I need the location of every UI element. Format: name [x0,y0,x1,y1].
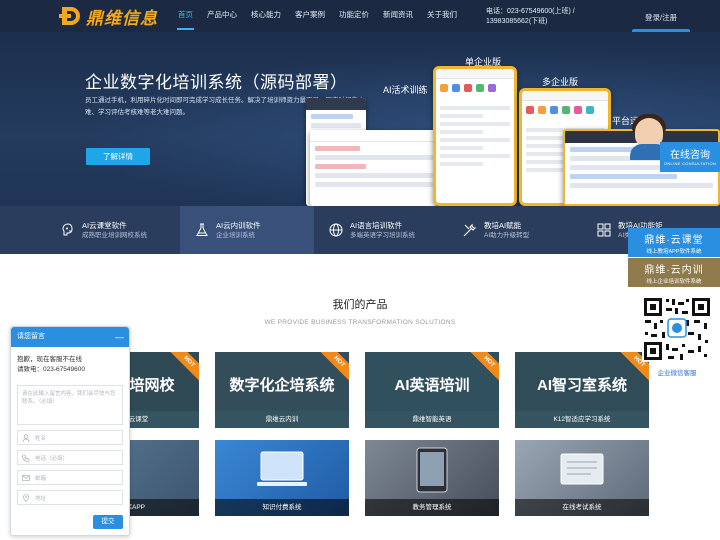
products-title: 我们的产品 [332,299,388,311]
name-field[interactable]: 姓名 [17,430,123,445]
field-placeholder: 地址 [35,495,47,502]
chat-message-line-1: 抱歉，现在客服不在线 [17,356,82,363]
nav-item-pricing[interactable]: 功能定价 [332,0,376,32]
tools-icon [463,223,477,237]
learn-more-button[interactable]: 了解详情 [86,148,150,165]
location-icon [23,493,29,502]
product-card-enterprise-training[interactable]: 数字化企培系统 鼎维云内训 HOT [215,352,349,428]
field-placeholder: 姓名 [35,435,47,442]
chat-message-line-2: 请致电：023-67549600 [17,366,85,373]
single-company-phone [433,66,517,206]
grid-icon [597,223,611,237]
product-card-knowledge-pay[interactable]: 知识付费系统 [215,440,349,516]
logo[interactable]: 鼎维信息 [59,6,158,29]
chat-offline-message: 抱歉，现在客服不在线 请致电：023-67549600 [11,347,129,375]
phone-field[interactable]: 电话（必填） [17,450,123,465]
nav-item-home[interactable]: 首页 [171,0,200,32]
login-register-link[interactable]: 登录/注册 [645,12,677,23]
field-placeholder: 电话（必填） [35,455,69,462]
nav-item-cases[interactable]: 客户案例 [288,0,332,32]
nav-item-about[interactable]: 关于我们 [420,0,464,32]
feature-bar: AI云课堂软件 成熟职业培训网校系统 AI云内训软件 企业培训系统 AI语言培训… [0,206,720,254]
product-card-online-exam[interactable]: 在线考试系统 [515,440,649,516]
feature-ai-empower[interactable]: 教培AI赋能 AI助力升级转型 [448,206,582,254]
user-icon [22,433,30,442]
products-subtitle: WE PROVIDE BUSINESS TRANSFORMATION SOLUT… [264,319,456,326]
product-banner-text: 数字化企培系统 [229,377,335,394]
label-single-company: 单企业版 [465,57,502,67]
online-consultation-title: 在线咨询 [670,150,710,161]
product-caption: 知识付费系统 [215,499,349,516]
message-textarea[interactable]: 请在此输入留言内容，我们会尽快与您联系。（必填） [17,385,123,425]
feature-title: AI云内训软件 [216,220,261,230]
phone-line-1: 电话：023-67549600(上班) / [486,8,575,15]
banner-title: 企业数字化培训系统（源码部署） [85,73,348,92]
product-banner-text: AI英语培训 [394,377,470,394]
product-banner-text: AI智习室系统 [536,377,627,394]
side-promo-cloud-training[interactable]: 鼎维·云内训 线上企业培训软件系统 [628,258,720,287]
side-promo-sub: 线上企业培训软件系统 [646,279,702,285]
feature-subtitle: 企业培训系统 [216,231,255,239]
label-multi-company: 多企业版 [542,77,579,87]
nav-item-capabilities[interactable]: 核心能力 [244,0,288,32]
main-nav: 首页 产品中心 核心能力 客户案例 功能定价 新闻资讯 关于我们 [171,0,464,32]
product-caption: K12智适应学习系统 [515,411,649,428]
feature-subtitle: 成熟职业培训网校系统 [82,231,147,239]
qr-caption: 企业微信客服 [657,370,697,377]
logo-mark-icon [59,7,82,25]
qr-code-icon [642,296,712,362]
online-consultation-sub: ONLINE CONSULTATION [663,161,717,166]
email-field[interactable]: 邮箱 [17,470,123,485]
feature-ai-internal-training[interactable]: AI云内训软件 企业培训系统 [180,206,314,254]
tablet-icon [416,447,448,493]
side-promo-sub: 线上教培APP软件系统 [646,249,702,255]
field-placeholder: 邮箱 [35,475,47,482]
product-caption: 鼎维云内训 [215,411,349,428]
side-promo-title: 鼎维·云课堂 [644,235,704,246]
feature-subtitle: 多端英语学习培训系统 [350,231,415,239]
feature-title: 教培AI赋能 [484,220,522,230]
product-card-ai-study-room[interactable]: AI智习室系统 K12智适应学习系统 HOT [515,352,649,428]
laptop-icon [257,451,307,486]
product-card-ai-english[interactable]: AI英语培训 鼎维智能英语 HOT [365,352,499,428]
phone-icon [22,454,30,462]
address-field[interactable]: 地址 [17,490,123,505]
feature-title: AI云课堂软件 [82,220,127,230]
globe-icon [329,223,343,237]
minimize-icon[interactable]: — [115,327,124,347]
chat-widget: 请您留言 — 抱歉，现在客服不在线 请致电：023-67549600 请在此输入… [10,326,130,536]
brain-icon [62,223,73,236]
feature-ai-classroom[interactable]: AI云课堂软件 成熟职业培训网校系统 [46,206,180,254]
chat-header: 请您留言 — [11,327,129,347]
label-ai-training: AI活术训练 [383,85,428,95]
nav-item-products[interactable]: 产品中心 [200,0,244,32]
wechat-qr-code [642,296,712,362]
online-consultation-button[interactable]: 在线咨询 ONLINE CONSULTATION [660,142,720,172]
mail-icon [22,474,30,481]
product-caption: 在线考试系统 [515,499,649,516]
nav-item-news[interactable]: 新闻资讯 [376,0,420,32]
hero-banner: 企业数字化培训系统（源码部署） 员工通过手机，利用碎片化时间即可完成学习成长任务… [0,32,720,206]
flask-icon [196,223,208,236]
phone-line-2: 13983085662(下班) [486,18,548,25]
product-caption: 教务管理系统 [365,499,499,516]
logo-text: 鼎维信息 [86,8,158,29]
side-promo-title: 鼎维·云内训 [644,265,704,276]
product-card-academic-affairs[interactable]: 教务管理系统 [365,440,499,516]
contact-phone: 电话：023-67549600(上班) / 13983085662(下班) [486,7,606,27]
admin-screen [310,130,438,206]
feature-ai-language[interactable]: AI语言培训软件 多端英语学习培训系统 [314,206,448,254]
side-promo-cloud-classroom[interactable]: 鼎维·云课堂 线上教培APP软件系统 [628,228,720,257]
chat-header-title: 请您留言 [17,333,45,340]
keyboard-icon [560,453,604,485]
chat-submit-button[interactable]: 提交 [93,515,123,529]
feature-subtitle: AI助力升级转型 [484,231,530,239]
product-caption: 鼎维智能英语 [365,411,499,428]
feature-title: AI语言培训软件 [350,220,403,230]
top-header: 鼎维信息 首页 产品中心 核心能力 客户案例 功能定价 新闻资讯 关于我们 电话… [0,0,720,32]
